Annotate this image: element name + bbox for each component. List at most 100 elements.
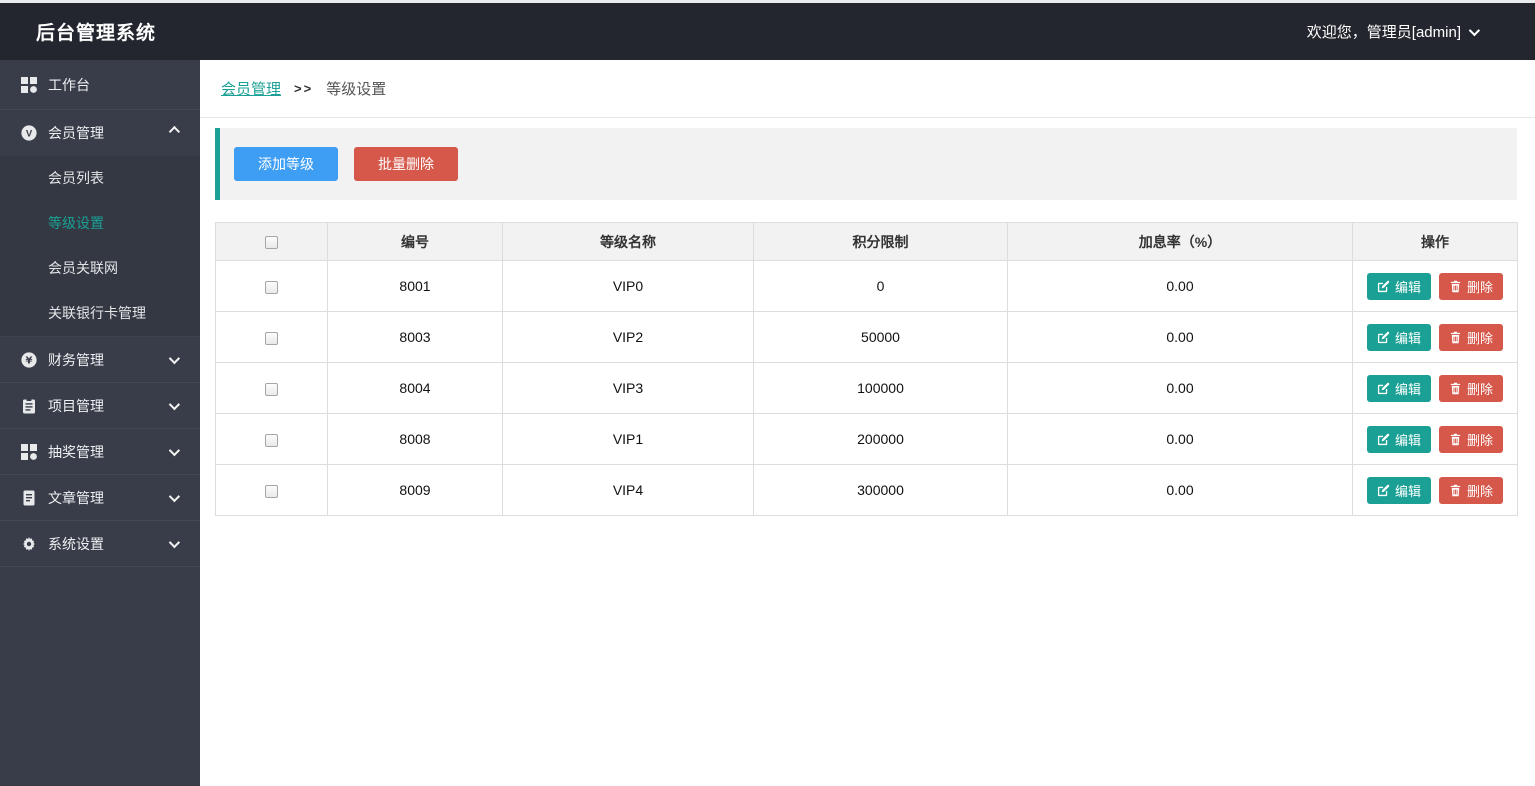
main-content: 会员管理 >> 等级设置 添加等级 批量删除 <box>200 60 1535 786</box>
chevron-down-icon <box>1469 24 1480 35</box>
edit-button-label: 编辑 <box>1395 481 1421 500</box>
sidebar-item-system-settings[interactable]: 系统设置 <box>0 521 200 567</box>
batch-delete-button[interactable]: 批量删除 <box>354 147 458 181</box>
chevron-down-icon <box>169 536 180 547</box>
sidebar-item-level-settings[interactable]: 等级设置 <box>0 201 200 246</box>
pencil-square-icon <box>1377 382 1390 395</box>
trash-icon <box>1449 382 1462 395</box>
gear-icon <box>20 535 37 552</box>
breadcrumb: 会员管理 >> 等级设置 <box>200 60 1535 118</box>
cell-level-name: VIP1 <box>503 414 754 465</box>
pencil-square-icon <box>1377 331 1390 344</box>
sidebar: 工作台 V 会员管理 会员列表 等级设置 会员关联网 关联银行 <box>0 60 200 786</box>
cell-level-name: VIP2 <box>503 312 754 363</box>
chevron-down-icon <box>169 398 180 409</box>
cell-id: 8009 <box>328 465 503 516</box>
sidebar-item-member-list[interactable]: 会员列表 <box>0 156 200 201</box>
row-checkbox[interactable] <box>265 281 278 294</box>
cell-interest-rate: 0.00 <box>1008 414 1353 465</box>
trash-icon <box>1449 484 1462 497</box>
cell-actions: 编辑 删除 <box>1353 363 1518 414</box>
table-row: 8004 VIP3 100000 0.00 编辑 删除 <box>216 363 1518 414</box>
table-row: 8001 VIP0 0 0.00 编辑 删除 <box>216 261 1518 312</box>
sidebar-item-project-management[interactable]: 项目管理 <box>0 383 200 429</box>
edit-button-label: 编辑 <box>1395 328 1421 347</box>
table-row: 8003 VIP2 50000 0.00 编辑 删除 <box>216 312 1518 363</box>
sidebar-item-lottery-management[interactable]: 抽奖管理 <box>0 429 200 475</box>
header-points-limit: 积分限制 <box>754 223 1008 261</box>
cell-id: 8001 <box>328 261 503 312</box>
edit-button[interactable]: 编辑 <box>1367 273 1431 300</box>
welcome-text: 欢迎您，管理员[admin] <box>1307 21 1461 42</box>
cell-actions: 编辑 删除 <box>1353 414 1518 465</box>
pencil-square-icon <box>1377 433 1390 446</box>
delete-button-label: 删除 <box>1467 430 1493 449</box>
cell-actions: 编辑 删除 <box>1353 465 1518 516</box>
toolbar-panel: 添加等级 批量删除 <box>215 128 1517 200</box>
edit-button[interactable]: 编辑 <box>1367 477 1431 504</box>
sidebar-item-bank-card-management[interactable]: 关联银行卡管理 <box>0 291 200 336</box>
delete-button-label: 删除 <box>1467 328 1493 347</box>
table-row: 8008 VIP1 200000 0.00 编辑 删除 <box>216 414 1518 465</box>
pencil-square-icon <box>1377 484 1390 497</box>
grid-icon <box>20 443 37 460</box>
trash-icon <box>1449 433 1462 446</box>
row-checkbox[interactable] <box>265 434 278 447</box>
cell-interest-rate: 0.00 <box>1008 465 1353 516</box>
table-row: 8009 VIP4 300000 0.00 编辑 删除 <box>216 465 1518 516</box>
chevron-down-icon <box>169 444 180 455</box>
edit-button[interactable]: 编辑 <box>1367 324 1431 351</box>
row-checkbox[interactable] <box>265 485 278 498</box>
svg-text:V: V <box>25 128 32 139</box>
sub-item-label: 会员关联网 <box>48 260 118 276</box>
row-checkbox[interactable] <box>265 383 278 396</box>
row-checkbox[interactable] <box>265 332 278 345</box>
cell-points-limit: 300000 <box>754 465 1008 516</box>
delete-button[interactable]: 删除 <box>1439 426 1503 453</box>
sidebar-item-label: 抽奖管理 <box>48 442 169 462</box>
user-menu[interactable]: 欢迎您，管理员[admin] <box>1307 21 1477 42</box>
sidebar-item-member-management[interactable]: V 会员管理 <box>0 110 200 156</box>
delete-button[interactable]: 删除 <box>1439 477 1503 504</box>
sidebar-item-workbench[interactable]: 工作台 <box>0 60 200 110</box>
cell-actions: 编辑 删除 <box>1353 312 1518 363</box>
clipboard-icon <box>20 397 37 414</box>
sidebar-item-member-network[interactable]: 会员关联网 <box>0 246 200 291</box>
breadcrumb-parent-link[interactable]: 会员管理 <box>221 78 281 99</box>
sub-item-label: 会员列表 <box>48 170 104 186</box>
header-interest-rate: 加息率（%） <box>1008 223 1353 261</box>
select-all-checkbox[interactable] <box>265 236 278 249</box>
sidebar-item-label: 财务管理 <box>48 350 169 370</box>
sidebar-item-finance-management[interactable]: ¥ 财务管理 <box>0 337 200 383</box>
levels-table-wrap: 编号 等级名称 积分限制 加息率（%） 操作 8001 VIP0 0 <box>215 222 1517 516</box>
edit-button[interactable]: 编辑 <box>1367 426 1431 453</box>
cell-actions: 编辑 删除 <box>1353 261 1518 312</box>
svg-text:¥: ¥ <box>25 355 32 366</box>
app-title: 后台管理系统 <box>36 18 156 45</box>
cell-level-name: VIP4 <box>503 465 754 516</box>
select-all-cell <box>216 223 328 261</box>
circle-v-icon: V <box>20 125 37 142</box>
cell-points-limit: 100000 <box>754 363 1008 414</box>
member-management-submenu: 会员列表 等级设置 会员关联网 关联银行卡管理 <box>0 156 200 337</box>
delete-button-label: 删除 <box>1467 277 1493 296</box>
sidebar-item-label: 工作台 <box>48 75 180 95</box>
breadcrumb-current: 等级设置 <box>326 78 386 99</box>
cell-interest-rate: 0.00 <box>1008 261 1353 312</box>
pencil-square-icon <box>1377 280 1390 293</box>
chevron-down-icon <box>169 490 180 501</box>
sidebar-item-label: 文章管理 <box>48 488 169 508</box>
document-icon <box>20 489 37 506</box>
delete-button-label: 删除 <box>1467 481 1493 500</box>
sidebar-item-label: 系统设置 <box>48 534 169 554</box>
delete-button[interactable]: 删除 <box>1439 324 1503 351</box>
cell-level-name: VIP0 <box>503 261 754 312</box>
cell-interest-rate: 0.00 <box>1008 363 1353 414</box>
trash-icon <box>1449 331 1462 344</box>
levels-table: 编号 等级名称 积分限制 加息率（%） 操作 8001 VIP0 0 <box>215 222 1518 516</box>
add-level-button[interactable]: 添加等级 <box>234 147 338 181</box>
delete-button[interactable]: 删除 <box>1439 273 1503 300</box>
sidebar-item-article-management[interactable]: 文章管理 <box>0 475 200 521</box>
delete-button[interactable]: 删除 <box>1439 375 1503 402</box>
edit-button[interactable]: 编辑 <box>1367 375 1431 402</box>
